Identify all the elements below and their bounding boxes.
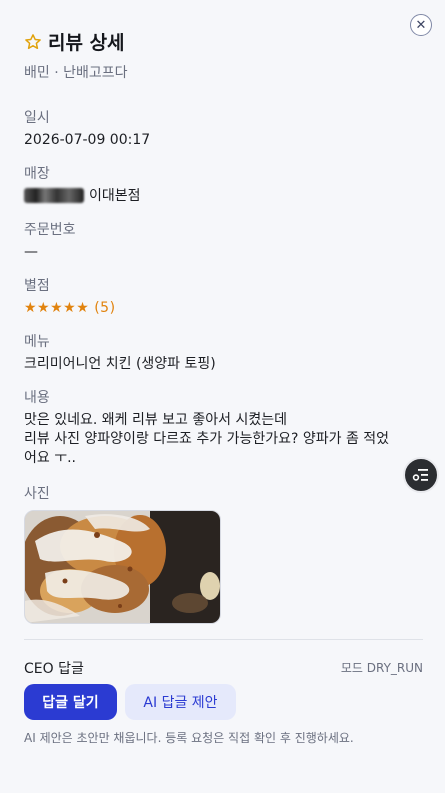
star-outline-icon [25,33,41,49]
photo-field: 사진 [24,483,424,503]
menu-label: 메뉴 [24,334,50,350]
ai-hint-text: AI 제안은 초안만 채웁니다. 등록 요청은 직접 확인 후 진행하세요. [24,731,354,745]
platform-subtitle: 배민 · 난배고프다 [24,65,128,81]
rating-label: 별점 [24,278,50,294]
review-photo[interactable] [24,510,221,624]
store-value-row: 이대본점 [24,187,424,206]
review-line: 맛은 있네요. 왜케 리뷰 보고 좋아서 시켰는데 [24,412,287,428]
date-label: 일시 [24,110,50,126]
order-field: 주문번호 — [24,219,424,262]
rating-field: 별점 ★★★★★ (5) [24,275,424,318]
review-line: 어요 ㅜ.. [24,450,76,466]
rating-stars: ★★★★★ [24,300,90,316]
store-value: 이대본점 [89,188,141,204]
store-label: 매장 [24,166,50,182]
floating-menu-button[interactable] [403,457,439,493]
chicken-photo-image [25,511,220,623]
store-field: 매장 이대본점 [24,163,424,206]
title-row: 리뷰 상세 [24,28,125,55]
close-button[interactable]: ✕ [410,14,432,36]
review-line: 리뷰 사진 양파양이랑 다르죠 추가 가능한가요? 양파가 좀 적었 [24,431,390,447]
order-label: 주문번호 [24,222,76,238]
review-content: 맛은 있네요. 왜케 리뷰 보고 좋아서 시켰는데 리뷰 사진 양파양이랑 다르… [24,411,424,468]
review-detail-panel: ✕ 리뷰 상세 배민 · 난배고프다 일시 2026-07-09 00:17 매… [0,0,445,793]
order-value: — [24,244,38,260]
rating-count: (5) [94,300,116,316]
page-title: 리뷰 상세 [48,32,125,54]
content-field: 내용 맛은 있네요. 왜케 리뷰 보고 좋아서 시켰는데 리뷰 사진 양파양이랑… [24,387,424,468]
close-icon: ✕ [415,17,427,33]
date-field: 일시 2026-07-09 00:17 [24,107,424,150]
rating-value: ★★★★★ (5) [24,299,424,318]
date-value: 2026-07-09 00:17 [24,132,151,148]
section-divider [24,639,423,640]
ceo-reply-label: CEO 답글 [24,661,84,677]
mode-indicator: 모드 DRY_RUN [340,661,423,675]
redacted-store-name [24,188,84,203]
content-label: 내용 [24,390,50,406]
write-reply-button[interactable]: 답글 달기 [24,684,117,720]
ai-reply-suggest-button[interactable]: AI 답글 제안 [125,684,236,720]
menu-field: 메뉴 크리미어니언 치킨 (생양파 토핑) [24,331,424,374]
menu-value: 크리미어니언 치킨 (생양파 토핑) [24,356,216,372]
photo-label: 사진 [24,486,50,502]
list-menu-icon [412,469,428,481]
